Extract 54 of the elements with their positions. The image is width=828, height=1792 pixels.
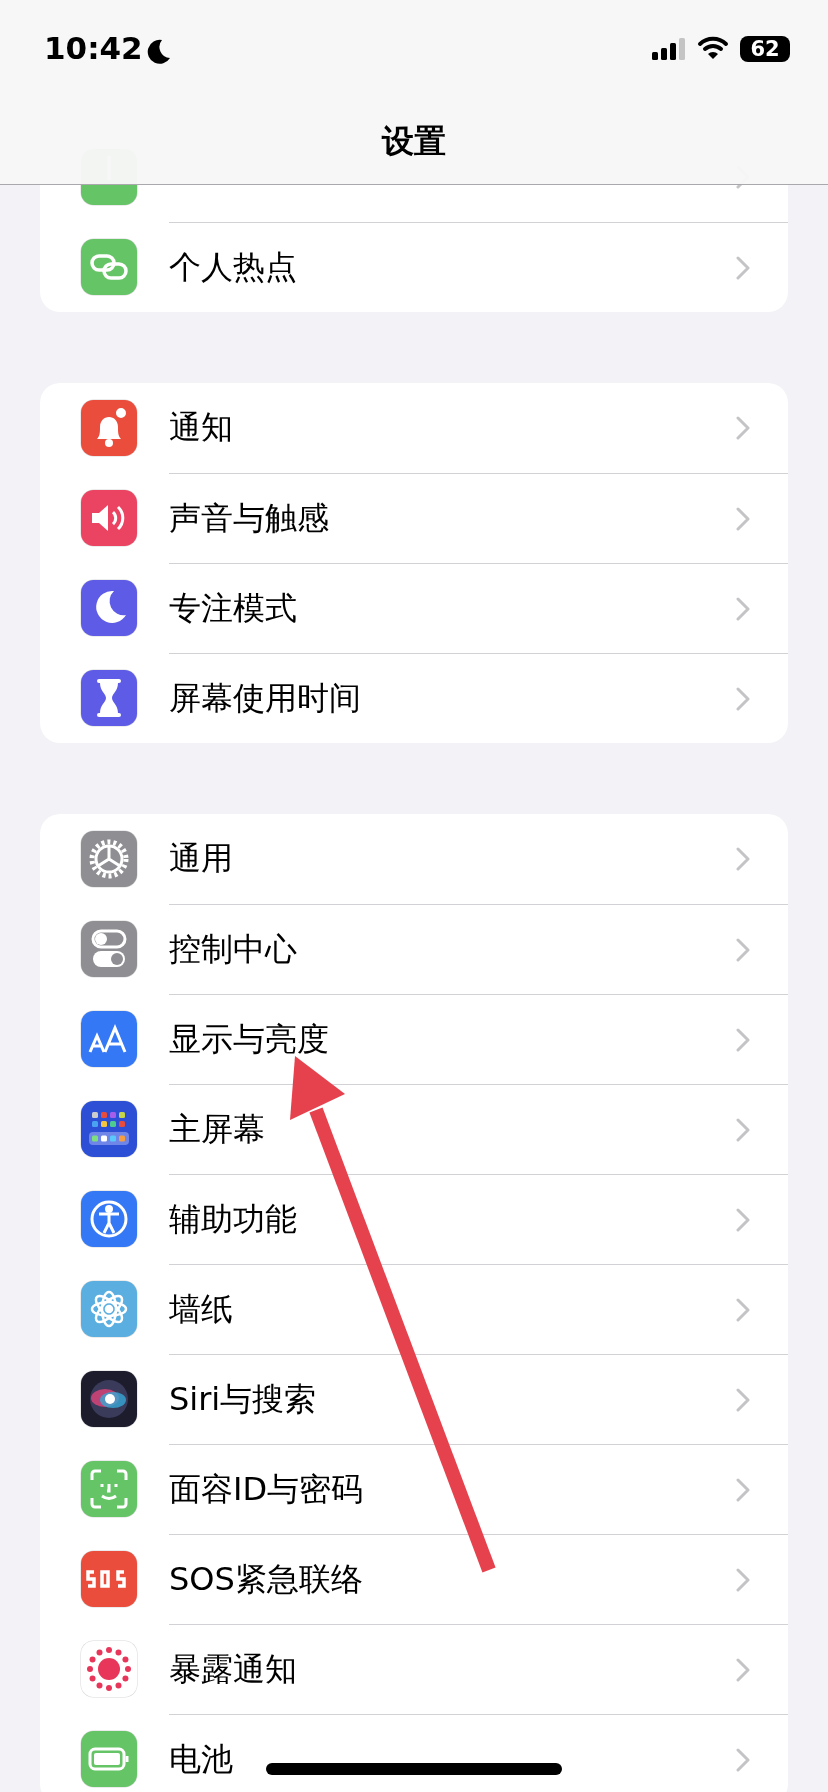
chevron-icon	[736, 596, 750, 621]
app-icon	[80, 830, 138, 888]
settings-item[interactable]: 个人热点	[169, 245, 736, 290]
chevron-icon	[736, 1027, 750, 1052]
page-title: 设置	[382, 121, 446, 162]
settings-item[interactable]: 通知	[169, 406, 736, 450]
chevron-icon	[736, 1477, 750, 1502]
settings-item[interactable]: 主屏幕	[169, 1107, 736, 1152]
app-icon	[80, 1100, 138, 1158]
app-icon	[80, 399, 138, 457]
chevron-icon	[736, 1657, 750, 1682]
settings-item[interactable]: 专注模式	[169, 586, 736, 631]
settings-item[interactable]: 声音与触感	[169, 496, 736, 541]
chevron-icon	[736, 416, 750, 440]
chevron-icon	[736, 1747, 750, 1772]
app-icon	[80, 669, 138, 727]
app-icon	[80, 1550, 138, 1608]
settings-item[interactable]: Siri与搜索	[169, 1377, 736, 1422]
app-icon	[80, 1010, 138, 1068]
app-icon	[80, 1190, 138, 1248]
chevron-icon	[736, 1297, 750, 1322]
settings-item[interactable]: 控制中心	[169, 927, 736, 972]
app-icon	[80, 1460, 138, 1518]
moon-icon	[146, 38, 172, 64]
chevron-icon	[736, 686, 750, 711]
signal-icon	[652, 38, 686, 60]
chevron-icon	[736, 506, 750, 531]
settings-item[interactable]: 显示与亮度	[169, 1017, 736, 1062]
chevron-icon	[736, 1387, 750, 1412]
chevron-icon	[736, 1117, 750, 1142]
settings-item[interactable]: 辅助功能	[169, 1197, 736, 1242]
settings-item[interactable]: SOS紧急联络	[169, 1557, 736, 1602]
settings-item[interactable]: 墙纸	[169, 1287, 736, 1332]
wifi-icon	[697, 36, 729, 60]
settings-item[interactable]: 电池	[169, 1737, 736, 1782]
app-icon	[80, 238, 138, 296]
clock: 10:42	[44, 30, 143, 66]
battery-percent: 62	[750, 37, 780, 61]
app-icon	[80, 1640, 138, 1698]
chevron-icon	[736, 847, 750, 871]
app-icon	[80, 1370, 138, 1428]
settings-item[interactable]: 暴露通知	[169, 1647, 736, 1692]
settings-item[interactable]: 屏幕使用时间	[169, 676, 736, 721]
chevron-icon	[736, 1567, 750, 1592]
app-icon	[80, 1280, 138, 1338]
settings-item[interactable]: 通用	[169, 837, 736, 881]
settings-item[interactable]: 面容ID与密码	[169, 1467, 736, 1512]
app-icon	[80, 920, 138, 978]
app-icon	[80, 1730, 138, 1788]
chevron-icon	[736, 937, 750, 962]
app-icon	[80, 489, 138, 547]
app-icon	[80, 579, 138, 637]
chevron-icon	[736, 255, 750, 280]
chevron-icon	[736, 1207, 750, 1232]
